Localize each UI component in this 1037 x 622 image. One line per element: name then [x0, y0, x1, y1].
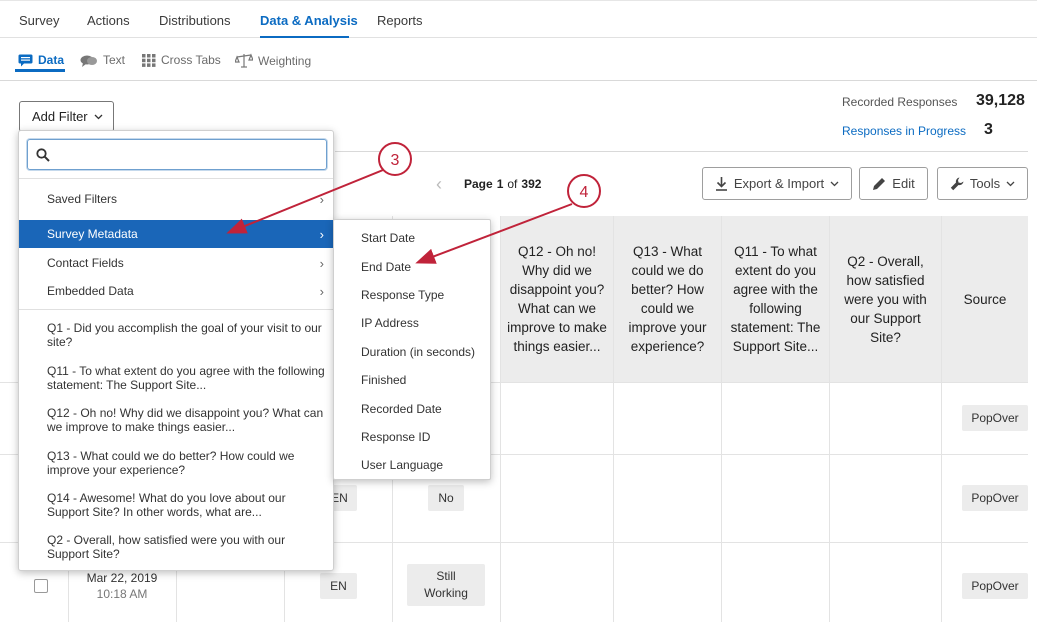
step-4-badge: [567, 174, 601, 208]
page-of-word: of: [507, 177, 518, 191]
source-badge: PopOver: [962, 405, 1028, 431]
chevron-down-icon: [94, 114, 103, 119]
tab-survey[interactable]: Survey: [19, 13, 59, 28]
submenu-item-ip-address[interactable]: IP Address: [361, 316, 419, 330]
page-total: 392: [521, 177, 542, 191]
responses-in-progress-count: 3: [984, 121, 993, 138]
question-item-q11[interactable]: Q11 - To what extent do you agree with t…: [47, 364, 325, 392]
menu-item-contact-fields[interactable]: Contact Fields ›: [19, 249, 333, 277]
tools-label: Tools: [969, 176, 1001, 191]
finished-badge: No: [428, 485, 464, 511]
tools-button[interactable]: Tools: [937, 167, 1028, 200]
divider: [335, 151, 1028, 152]
filter-dropdown: Saved Filters › Survey Metadata › Contac…: [18, 130, 334, 571]
subtab-text-label: Text: [103, 53, 126, 67]
subtab-weighting-label: Weighting: [258, 53, 312, 68]
menu-item-label: Contact Fields: [47, 256, 124, 270]
subtab-data-label: Data: [38, 53, 65, 67]
add-filter-button[interactable]: Add Filter: [19, 101, 114, 132]
column-header-q11[interactable]: Q11 - To what extent do you agree with t…: [722, 216, 829, 382]
submenu-item-response-type[interactable]: Response Type: [361, 288, 444, 302]
chevron-right-icon: ›: [319, 283, 324, 299]
submenu-item-end-date[interactable]: End Date: [361, 260, 411, 274]
step-3-number: 3: [391, 152, 400, 169]
subtab-text[interactable]: Text: [80, 53, 125, 67]
question-item-q13[interactable]: Q13 - What could we do better? How could…: [47, 449, 325, 477]
tab-data-analysis[interactable]: Data & Analysis: [260, 13, 358, 28]
add-filter-label: Add Filter: [32, 109, 88, 124]
column-header-source[interactable]: Source: [942, 216, 1028, 382]
export-import-label: Export & Import: [733, 176, 825, 191]
chevron-right-icon: ›: [319, 226, 324, 242]
edit-label: Edit: [892, 176, 915, 191]
top-navigation: Survey Actions Distributions Data & Anal…: [0, 0, 1037, 39]
responses-in-progress-link[interactable]: Responses in Progress: [842, 124, 966, 138]
source-badge: PopOver: [962, 485, 1028, 511]
filter-search-input[interactable]: [58, 147, 298, 162]
tab-distributions[interactable]: Distributions: [159, 13, 231, 28]
menu-item-label: Survey Metadata: [47, 227, 138, 241]
active-subtab-indicator: [15, 69, 65, 72]
scale-icon: [235, 53, 253, 68]
question-item-q2[interactable]: Q2 - Overall, how satisfied were you wit…: [47, 533, 325, 561]
data-icon: [18, 54, 33, 66]
menu-item-survey-metadata[interactable]: Survey Metadata ›: [19, 220, 333, 248]
submenu-item-user-language[interactable]: User Language: [361, 458, 443, 472]
pencil-icon: [873, 177, 886, 190]
search-icon: [36, 147, 50, 162]
tab-reports[interactable]: Reports: [377, 13, 423, 28]
subtab-cross-tabs-label: Cross Tabs: [161, 53, 221, 67]
wrench-icon: [950, 177, 964, 190]
source-badge: PopOver: [962, 573, 1028, 599]
question-item-q12[interactable]: Q12 - Oh no! Why did we disappoint you? …: [47, 406, 325, 434]
page-current: 1: [496, 177, 504, 191]
chevron-down-icon: [1006, 181, 1015, 186]
recorded-responses-count: 39,128: [976, 92, 1025, 109]
submenu-item-recorded-date[interactable]: Recorded Date: [361, 402, 442, 416]
column-header-q13[interactable]: Q13 - What could we do better? How could…: [614, 216, 721, 382]
row-checkbox[interactable]: [34, 579, 48, 593]
download-icon: [715, 177, 727, 191]
filter-search-box[interactable]: [27, 139, 327, 170]
menu-item-label: Saved Filters: [47, 192, 118, 206]
text-bubbles-icon: [80, 55, 97, 67]
column-header-q2[interactable]: Q2 - Overall, how satisfied were you wit…: [830, 216, 941, 382]
recorded-responses-label: Recorded Responses: [842, 95, 958, 109]
step-3-badge: [378, 142, 412, 176]
grid-icon: [142, 53, 156, 67]
export-import-button[interactable]: Export & Import: [702, 167, 852, 200]
page-word: Page: [464, 177, 493, 191]
tab-actions[interactable]: Actions: [87, 13, 130, 28]
chevron-right-icon: ›: [319, 255, 324, 271]
menu-item-saved-filters[interactable]: Saved Filters ›: [19, 185, 333, 213]
submenu-item-response-id[interactable]: Response ID: [361, 430, 430, 444]
subtab-weighting[interactable]: Weighting: [235, 53, 311, 68]
sub-navigation: Data Text Cross Tabs Weighting: [0, 38, 1037, 81]
language-badge: EN: [320, 573, 357, 599]
subtab-data[interactable]: Data: [18, 53, 64, 67]
recorded-time: 10:18 AM: [96, 587, 148, 601]
previous-page-icon[interactable]: ‹: [436, 174, 442, 195]
submenu-item-duration[interactable]: Duration (in seconds): [361, 345, 475, 359]
subtab-cross-tabs[interactable]: Cross Tabs: [142, 53, 221, 67]
finished-badge: Still Working: [407, 564, 485, 606]
step-4-number: 4: [580, 184, 589, 201]
submenu-item-finished[interactable]: Finished: [361, 373, 406, 387]
question-item-q14[interactable]: Q14 - Awesome! What do you love about ou…: [47, 491, 325, 519]
question-item-q1[interactable]: Q1 - Did you accomplish the goal of your…: [47, 321, 325, 349]
edit-button[interactable]: Edit: [859, 167, 928, 200]
recorded-date: Mar 22, 2019: [86, 571, 158, 585]
menu-item-label: Embedded Data: [47, 284, 134, 298]
chevron-right-icon: ›: [319, 191, 324, 207]
column-header-q12[interactable]: Q12 - Oh no! Why did we disappoint you? …: [501, 216, 613, 382]
pager: ‹ Page 1 of 392: [436, 173, 545, 195]
survey-metadata-submenu: Start Date End Date Response Type IP Add…: [333, 219, 491, 480]
chevron-down-icon: [830, 181, 839, 186]
menu-item-embedded-data[interactable]: Embedded Data ›: [19, 277, 333, 305]
submenu-item-start-date[interactable]: Start Date: [361, 231, 415, 245]
